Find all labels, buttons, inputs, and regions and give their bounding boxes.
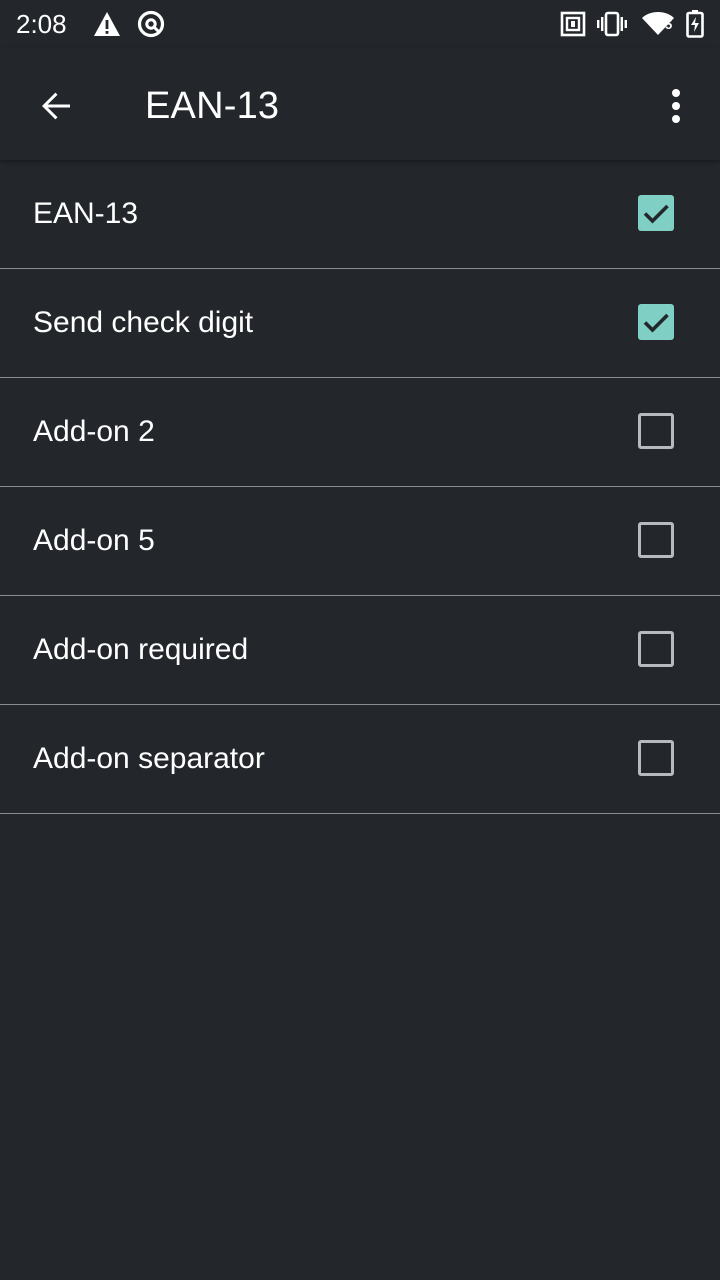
setting-row-ean13[interactable]: EAN-13 (0, 160, 720, 269)
nfc-icon (558, 9, 588, 39)
setting-row-add-on-separator[interactable]: Add-on separator (0, 705, 720, 814)
setting-label: Send check digit (33, 306, 254, 339)
back-button[interactable] (28, 78, 84, 134)
warning-icon (92, 9, 122, 39)
setting-checkbox[interactable] (638, 522, 674, 558)
setting-label: Add-on 5 (33, 524, 155, 557)
status-bar: 2:08 5 (0, 0, 720, 48)
setting-checkbox[interactable] (638, 304, 674, 340)
setting-checkbox[interactable] (638, 413, 674, 449)
checkmark-icon (643, 204, 669, 224)
battery-charging-icon (682, 9, 708, 39)
page-title: EAN-13 (145, 85, 280, 127)
setting-row-send-check-digit[interactable]: Send check digit (0, 269, 720, 378)
setting-checkbox[interactable] (638, 631, 674, 667)
checkmark-icon (643, 313, 669, 333)
vibrate-icon (597, 9, 627, 39)
setting-label: Add-on 2 (33, 415, 155, 448)
arrow-left-icon (42, 92, 70, 120)
setting-checkbox[interactable] (638, 195, 674, 231)
wifi-icon: 5 (640, 9, 676, 39)
settings-list: EAN-13 Send check digit Add-on 2 Add-on … (0, 160, 720, 814)
setting-row-add-on-2[interactable]: Add-on 2 (0, 378, 720, 487)
setting-label: Add-on separator (33, 742, 265, 775)
wifi-badge: 5 (665, 17, 673, 32)
setting-row-add-on-5[interactable]: Add-on 5 (0, 487, 720, 596)
setting-label: Add-on required (33, 633, 249, 666)
overflow-menu-button[interactable] (652, 78, 700, 134)
status-time: 2:08 (16, 9, 67, 39)
setting-label: EAN-13 (33, 197, 139, 230)
setting-checkbox[interactable] (638, 740, 674, 776)
do-not-disturb-icon (136, 9, 166, 39)
more-vertical-icon (672, 89, 680, 123)
app-toolbar: EAN-13 (0, 48, 720, 160)
setting-row-add-on-required[interactable]: Add-on required (0, 596, 720, 705)
